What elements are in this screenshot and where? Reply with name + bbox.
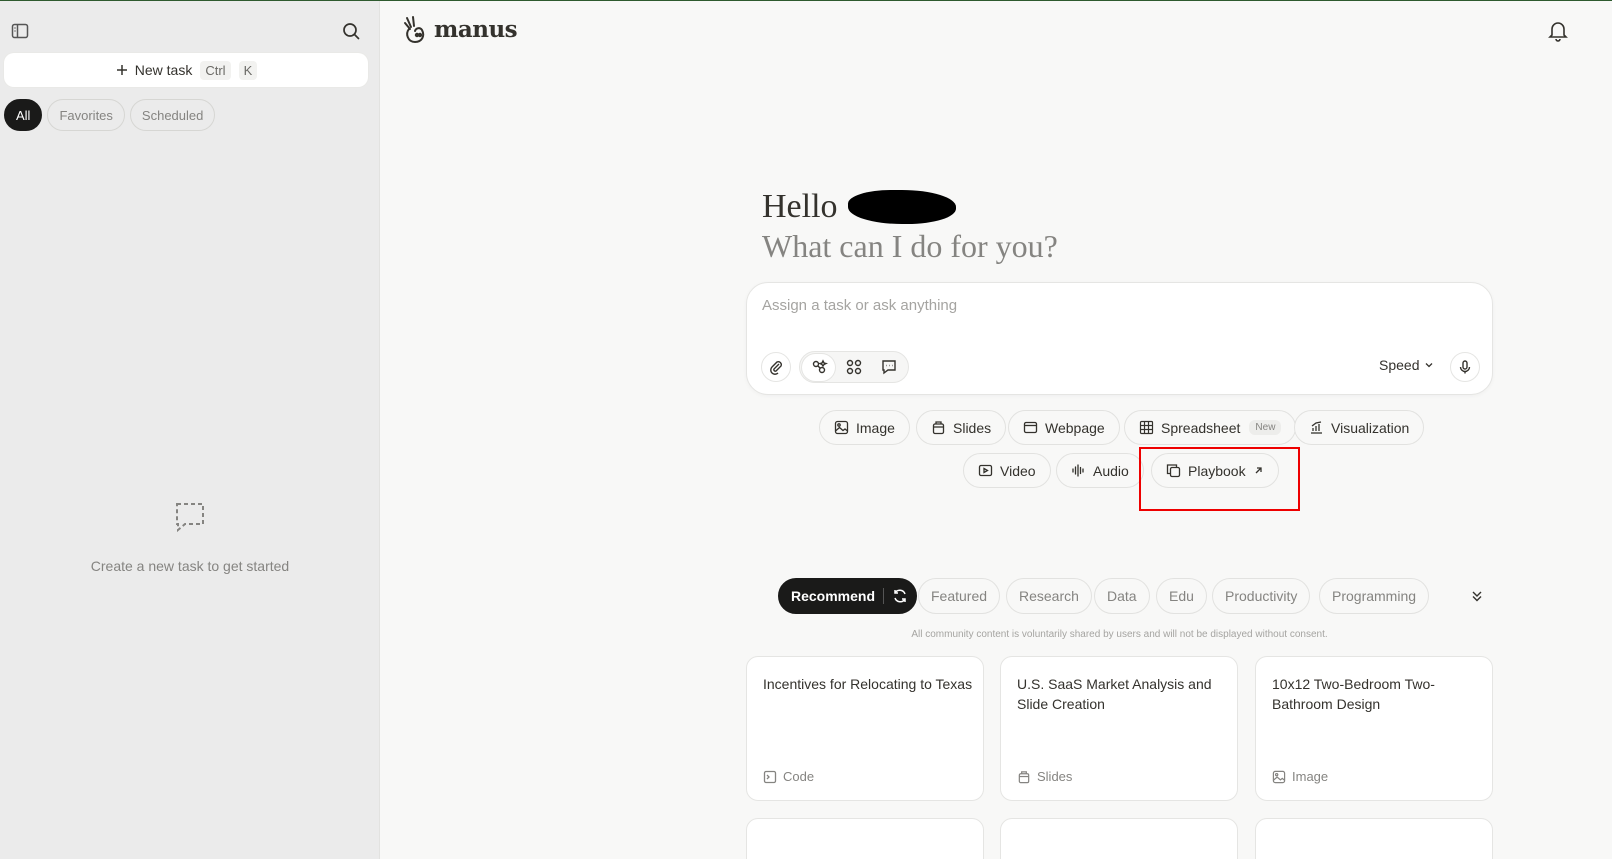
video-icon [978,464,993,477]
mode-selector [799,351,909,383]
greeting-hello-text: Hello [762,188,838,225]
card-tag-label: Code [783,769,815,784]
greeting-hello: Hello [762,188,956,226]
code-terminal-icon [763,770,777,783]
chart-icon [1311,421,1322,434]
chip-visualization[interactable]: Visualization [1294,410,1425,445]
chip-audio-label: Audio [1093,462,1129,479]
attach-paperclip-icon[interactable] [761,352,791,382]
chevron-down-icon [1426,363,1433,368]
task-filters: All Favorites Scheduled [4,99,216,131]
new-task-label: New task [134,62,193,78]
audio-waveform-icon [1072,464,1084,477]
speed-mode-dropdown[interactable]: Speed [1379,357,1434,373]
slides-icon [1018,770,1030,783]
chip-webpage-label: Webpage [1045,419,1105,436]
manus-logo[interactable]: manus [402,14,518,44]
tab-separator [883,588,885,604]
card-item[interactable]: U.S. SaaS Market Analysis and Slide Crea… [1000,656,1238,801]
tab-edu[interactable]: Edu [1156,578,1207,614]
image-icon [834,420,849,435]
card-item-partial[interactable] [1255,818,1493,859]
toggle-sidebar-icon[interactable] [8,19,32,43]
chip-video[interactable]: Video [963,453,1051,488]
card-tag-label: Slides [1037,769,1073,784]
tab-recommend[interactable]: Recommend [778,578,918,614]
chip-slides[interactable]: Slides [916,410,1007,445]
tools-mode-icon[interactable] [837,354,870,381]
empty-state: Create a new task to get started [0,499,380,574]
tab-recommend-label: Recommend [791,588,876,604]
card-tag: Slides [1017,769,1072,784]
agent-mode-icon[interactable] [802,353,836,381]
card-title: Incentives for Relocating to Texas [763,676,973,692]
filter-favorites[interactable]: Favorites [47,99,125,131]
expand-chevrons-icon[interactable] [1466,585,1488,607]
tab-research[interactable]: Research [1006,578,1092,614]
manus-hand-icon [404,16,425,44]
new-task-button[interactable]: New task Ctrl K [4,53,368,87]
chip-webpage[interactable]: Webpage [1008,410,1120,445]
speed-label: Speed [1379,357,1420,373]
filter-scheduled[interactable]: Scheduled [129,99,216,131]
community-disclaimer: All community content is voluntarily sha… [911,629,1328,640]
chip-slides-label: Slides [953,419,992,436]
chip-spreadsheet-label: Spreadsheet [1161,419,1241,436]
chip-spreadsheet[interactable]: Spreadsheet New [1124,410,1297,445]
card-tag-label: Image [1292,769,1329,784]
chip-visualization-label: Visualization [1331,419,1410,436]
slides-icon [932,421,945,435]
card-tag: Image [1272,769,1328,784]
empty-state-text: Create a new task to get started [90,558,290,574]
chip-image-label: Image [856,419,895,436]
chat-mode-icon[interactable] [873,354,906,381]
tab-programming[interactable]: Programming [1319,578,1430,614]
chip-video-label: Video [1000,462,1036,479]
card-title: 10x12 Two-Bedroom Two-Bathroom Design [1272,676,1435,712]
card-item[interactable]: 10x12 Two-Bedroom Two-Bathroom Design Im… [1255,656,1493,801]
logo-text: manus [434,15,518,43]
card-item-partial[interactable] [746,818,984,859]
redacted-username [847,190,956,224]
tab-productivity[interactable]: Productivity [1212,578,1311,614]
tab-data[interactable]: Data [1094,578,1150,614]
card-item[interactable]: Incentives for Relocating to Texas Code [746,656,984,801]
annotation-highlight-box [1139,447,1300,511]
shortcut-ctrl: Ctrl [200,60,231,80]
filter-all[interactable]: All [4,99,43,131]
task-input-box: Speed [746,282,1493,395]
plus-icon [116,65,127,75]
chip-image[interactable]: Image [819,410,910,445]
webpage-icon [1023,421,1038,434]
notification-bell-icon[interactable] [1548,20,1568,47]
new-badge: New [1249,420,1282,435]
card-tag: Code [763,769,814,784]
shortcut-k: K [238,60,258,80]
sidebar: New task Ctrl K All Favorites Scheduled … [0,1,380,859]
refresh-icon[interactable] [892,588,908,604]
greeting-question: What can I do for you? [762,228,1058,264]
search-icon[interactable] [339,19,363,43]
image-icon [1272,770,1286,783]
empty-chat-icon [176,503,204,533]
task-input[interactable] [762,297,1462,314]
spreadsheet-icon [1139,420,1154,435]
card-title: U.S. SaaS Market Analysis and Slide Crea… [1017,676,1212,712]
microphone-icon[interactable] [1450,352,1480,382]
card-item-partial[interactable] [1000,818,1238,859]
tab-featured[interactable]: Featured [918,578,1001,614]
chip-audio[interactable]: Audio [1056,453,1144,488]
